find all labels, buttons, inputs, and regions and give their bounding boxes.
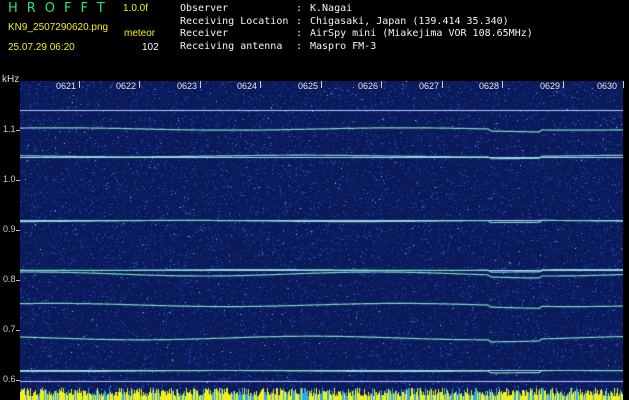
y-tick: [16, 280, 20, 281]
time-tick: [321, 81, 322, 88]
y-tick: [16, 330, 20, 331]
y-tick: [16, 180, 20, 181]
time-label: 0622: [115, 81, 138, 91]
count-value: 102: [142, 42, 159, 53]
time-label: 0629: [539, 81, 562, 91]
time-tick: [260, 81, 261, 88]
y-tick: [16, 230, 20, 231]
y-label-0-9: 0.9: [3, 224, 16, 234]
time-label: 0626: [357, 81, 380, 91]
y-label-1-1: 1.1: [3, 124, 16, 134]
time-tick: [139, 81, 140, 88]
info-row-antenna: Receiving antenna: Maspro FM-3: [180, 40, 377, 52]
time-label: 0625: [297, 81, 320, 91]
time-label: 0628: [478, 81, 501, 91]
header-panel: HROFFT 1.0.0f KN9_2507290620.png meteor …: [0, 0, 629, 74]
app-logo: HROFFT: [8, 1, 114, 16]
time-label: 0623: [176, 81, 199, 91]
frequency-unit-label: kHz: [2, 74, 20, 85]
y-label-0-6: 0.6: [3, 374, 16, 384]
time-label: 0624: [236, 81, 259, 91]
time-label: 0630: [596, 81, 619, 91]
station-info: Observer: K.Nagai Receiving Location: Chig…: [180, 3, 533, 53]
time-label: 0627: [418, 81, 441, 91]
time-tick: [381, 81, 382, 88]
mode-label: meteor: [124, 28, 156, 39]
y-label-1-0: 1.0: [3, 174, 16, 184]
date-time: 25.07.29 06:20: [8, 42, 75, 53]
time-label: 0621: [55, 81, 78, 91]
time-tick: [200, 81, 201, 88]
y-label-0-7: 0.7: [3, 324, 16, 334]
info-row-observer: Observer: K.Nagai: [180, 3, 353, 14]
time-tick: [442, 81, 443, 88]
time-tick: [623, 81, 624, 88]
time-tick: [563, 81, 564, 88]
y-tick: [16, 130, 20, 131]
y-tick: [16, 380, 20, 381]
time-tick: [79, 81, 80, 88]
time-tick: [502, 81, 503, 88]
y-label-0-8: 0.8: [3, 274, 16, 284]
info-row-receiver: Receiver: AirSpy mini (Miakejima VOR 108.…: [180, 28, 533, 39]
file-name: KN9_2507290620.png: [8, 22, 109, 33]
info-row-location: Receiving Location: Chigasaki, Japan (139…: [180, 15, 509, 27]
version-label: 1.0.0f: [123, 3, 149, 14]
spectrogram-canvas: [20, 81, 623, 400]
